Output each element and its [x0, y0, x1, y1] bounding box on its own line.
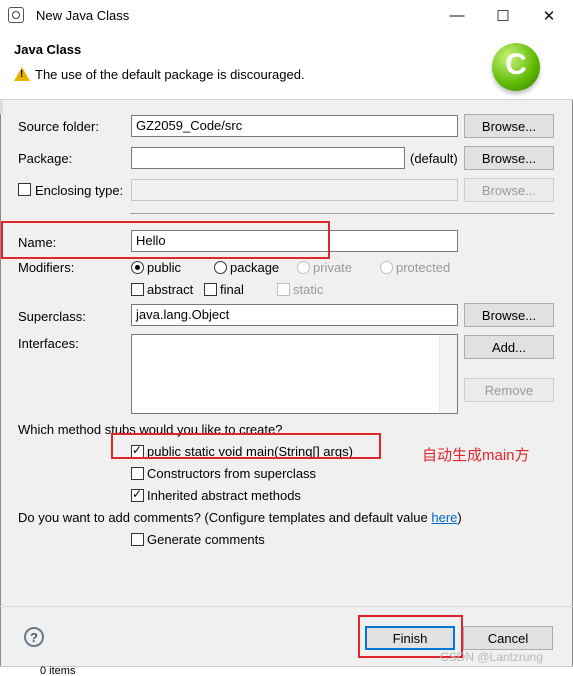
eclipse-app-icon: [8, 7, 24, 23]
modifier-final-label: final: [220, 282, 244, 297]
modifier-abstract-label: abstract: [147, 282, 194, 297]
separator: [130, 213, 554, 214]
superclass-label: Superclass:: [18, 309, 86, 324]
superclass-browse-button[interactable]: Browse...: [464, 303, 554, 327]
java-class-logo-icon: C: [492, 43, 540, 91]
cancel-button[interactable]: Cancel: [463, 626, 553, 650]
interfaces-label: Interfaces:: [18, 336, 79, 351]
stub-constructors-checkbox[interactable]: [131, 467, 144, 480]
annotation-text: 自动生成main方: [422, 447, 530, 464]
main-stub-highlight-box: [111, 433, 381, 459]
generate-comments-checkbox[interactable]: [131, 533, 144, 546]
maximize-button[interactable]: ☐: [480, 0, 526, 31]
interfaces-scrollbar[interactable]: [439, 335, 457, 413]
close-button[interactable]: ✕: [526, 0, 572, 31]
comments-question-close: ): [457, 510, 462, 525]
help-icon[interactable]: ?: [24, 627, 44, 647]
modifier-public-label: public: [147, 260, 181, 275]
name-highlight-box: [1, 221, 330, 259]
package-label: Package:: [18, 151, 73, 166]
watermark: CSDN @Lantzrung: [440, 650, 543, 664]
interfaces-add-button[interactable]: Add...: [464, 335, 554, 359]
background-fragment: [0, 100, 3, 114]
comments-question-text: Do you want to add comments? (Configure …: [18, 510, 432, 525]
window-title: New Java Class: [36, 8, 130, 23]
background-items-text: 0 items: [40, 666, 76, 675]
logo-letter: C: [505, 48, 527, 81]
minimize-button[interactable]: —: [434, 0, 480, 31]
superclass-input[interactable]: java.lang.Object: [131, 304, 458, 326]
interfaces-remove-button: Remove: [464, 378, 554, 402]
enclosing-type-checkbox[interactable]: [18, 183, 31, 196]
source-folder-label: Source folder:: [18, 119, 99, 134]
wizard-header: [0, 31, 573, 100]
modifiers-label: Modifiers:: [18, 260, 75, 275]
stub-constructors-label: Constructors from superclass: [147, 466, 317, 481]
modifier-private-label: private: [313, 260, 353, 275]
modifier-static-checkbox: [277, 283, 290, 296]
enclosing-type-browse-button: Browse...: [464, 178, 554, 202]
title-bar: New Java Class — ☐ ✕: [0, 0, 573, 31]
modifier-package-label: package: [230, 260, 280, 275]
warning-icon: !: [14, 67, 30, 81]
stub-inherited-label: Inherited abstract methods: [147, 488, 301, 503]
configure-templates-link[interactable]: here: [431, 510, 457, 525]
modifier-static-label: static: [293, 282, 324, 297]
page-title: Java Class: [14, 42, 82, 57]
package-browse-button[interactable]: Browse...: [464, 146, 554, 170]
package-default-label: (default): [410, 151, 458, 166]
modifier-package-radio[interactable]: [214, 261, 227, 274]
modifier-protected-radio: [380, 261, 393, 274]
header-message: The use of the default package is discou…: [35, 67, 305, 82]
stub-inherited-checkbox[interactable]: [131, 487, 144, 502]
modifier-private-radio: [297, 261, 310, 274]
enclosing-type-label: Enclosing type:: [35, 183, 124, 198]
source-folder-input[interactable]: GZ2059_Code/src: [131, 115, 458, 137]
source-folder-browse-button[interactable]: Browse...: [464, 114, 554, 138]
interfaces-list[interactable]: [131, 334, 458, 414]
comments-question: Do you want to add comments? (Configure …: [18, 510, 462, 525]
modifier-final-checkbox[interactable]: [204, 283, 217, 296]
modifier-public-radio[interactable]: [131, 261, 144, 274]
footer-separator: [0, 606, 573, 607]
enclosing-type-input: [131, 179, 458, 201]
modifier-abstract-checkbox[interactable]: [131, 283, 144, 296]
package-input[interactable]: [131, 147, 405, 169]
generate-comments-label: Generate comments: [147, 532, 265, 547]
modifier-protected-label: protected: [396, 260, 451, 275]
